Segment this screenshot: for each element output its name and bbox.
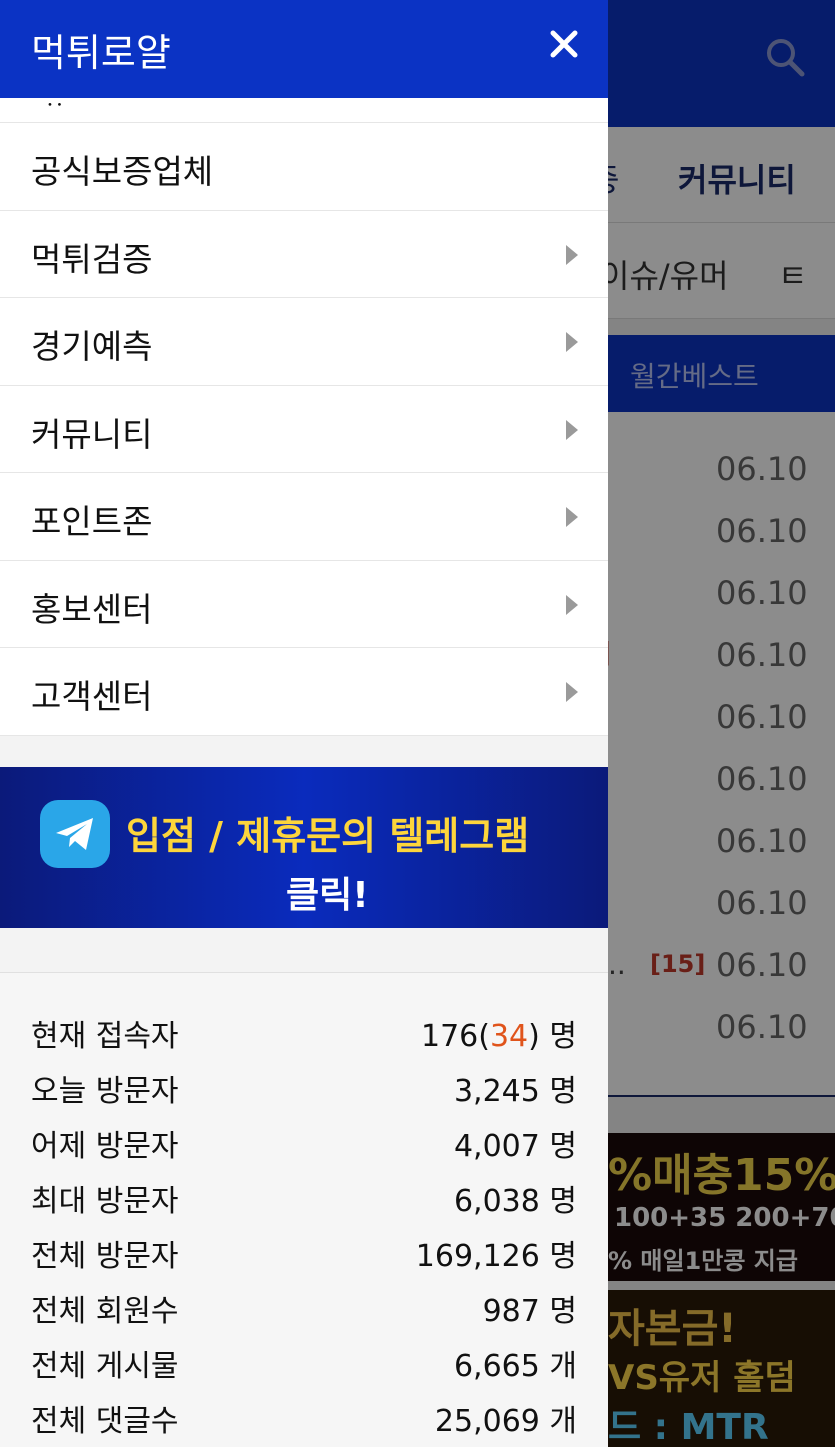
menu-item-promotion[interactable]: 홍보센터 [0, 561, 608, 648]
close-button[interactable] [544, 24, 584, 64]
stat-label: 현재 접속자 [31, 1019, 179, 1054]
menu-item-support[interactable]: 고객센터 [0, 648, 608, 736]
side-drawer: 먹튀로얄 ᆢ 공식보증업체 먹튀검증 경기예측 커뮤니티 포인트존 홍보센터 고… [0, 0, 608, 1447]
stat-label: 전체 게시물 [31, 1349, 179, 1384]
stat-value: 25,069 개 [434, 1404, 577, 1439]
chevron-right-icon [566, 419, 578, 440]
menu-item-label: 포인트존 [31, 502, 153, 541]
stat-row-members: 전체 회원수 987 명 [0, 1280, 608, 1332]
chevron-right-icon [566, 244, 578, 265]
stat-value: 4,007 명 [453, 1129, 577, 1164]
spacer [0, 736, 608, 767]
stat-label: 오늘 방문자 [31, 1074, 179, 1109]
stat-row-total-visitors: 전체 방문자 169,126 명 [0, 1225, 608, 1277]
menu-item-community[interactable]: 커뮤니티 [0, 386, 608, 473]
stat-value: 6,038 명 [453, 1184, 577, 1219]
chevron-right-icon [566, 332, 578, 352]
menu-item-label: 경기예측 [31, 327, 153, 366]
menu-item-official[interactable]: 공식보증업체 [0, 123, 608, 211]
menu-item-label: 고객센터 [31, 677, 153, 716]
stat-value: 169,126 명 [415, 1239, 577, 1274]
spacer [0, 928, 608, 973]
stat-label: 어제 방문자 [31, 1129, 179, 1164]
stat-value: 6,665 개 [453, 1349, 577, 1384]
banner-headline: 입점 / 제휴문의 텔레그램 [126, 814, 530, 858]
stat-row-current: 현재 접속자 176(34) 명 [0, 1005, 608, 1057]
menu-item-label: 홍보센터 [31, 589, 153, 629]
stat-value: 3,245 명 [453, 1074, 577, 1109]
drawer-menu: 공식보증업체 먹튀검증 경기예측 커뮤니티 포인트존 홍보센터 고객센터 [0, 123, 608, 736]
drawer-title: 먹튀로얄 [31, 31, 171, 75]
cut-label: ᆢ [40, 98, 70, 123]
stat-label: 최대 방문자 [31, 1184, 179, 1219]
menu-item-verification[interactable]: 먹튀검증 [0, 211, 608, 298]
close-icon [550, 30, 578, 58]
stat-label: 전체 댓글수 [31, 1404, 179, 1439]
menu-item-label: 커뮤니티 [31, 414, 153, 454]
chevron-right-icon [566, 507, 578, 527]
stat-row-comments: 전체 댓글수 25,069 개 [0, 1390, 608, 1442]
chevron-right-icon [566, 594, 578, 615]
stat-row-max: 최대 방문자 6,038 명 [0, 1170, 608, 1222]
stat-value: 176(34) 명 [421, 1019, 577, 1054]
stat-label: 전체 회원수 [31, 1294, 179, 1329]
stat-label: 전체 방문자 [31, 1239, 179, 1274]
menu-item-cut[interactable]: ᆢ [0, 98, 608, 123]
stat-accent: 34 [489, 1019, 529, 1054]
banner-cta: 클릭! [286, 875, 369, 916]
menu-item-label: 먹튀검증 [31, 239, 153, 279]
drawer-header: 먹튀로얄 [0, 0, 608, 98]
stat-row-posts: 전체 게시물 6,665 개 [0, 1335, 608, 1387]
menu-item-pointzone[interactable]: 포인트존 [0, 473, 608, 561]
telegram-icon [40, 800, 110, 868]
stat-row-today: 오늘 방문자 3,245 명 [0, 1060, 608, 1112]
visitor-stats: 현재 접속자 176(34) 명 오늘 방문자 3,245 명 어제 방문자 4… [0, 973, 608, 1447]
chevron-right-icon [566, 682, 578, 702]
stat-value: 987 명 [482, 1294, 577, 1329]
menu-item-label: 공식보증업체 [31, 152, 214, 191]
stat-row-yesterday: 어제 방문자 4,007 명 [0, 1115, 608, 1167]
menu-item-prediction[interactable]: 경기예측 [0, 298, 608, 386]
